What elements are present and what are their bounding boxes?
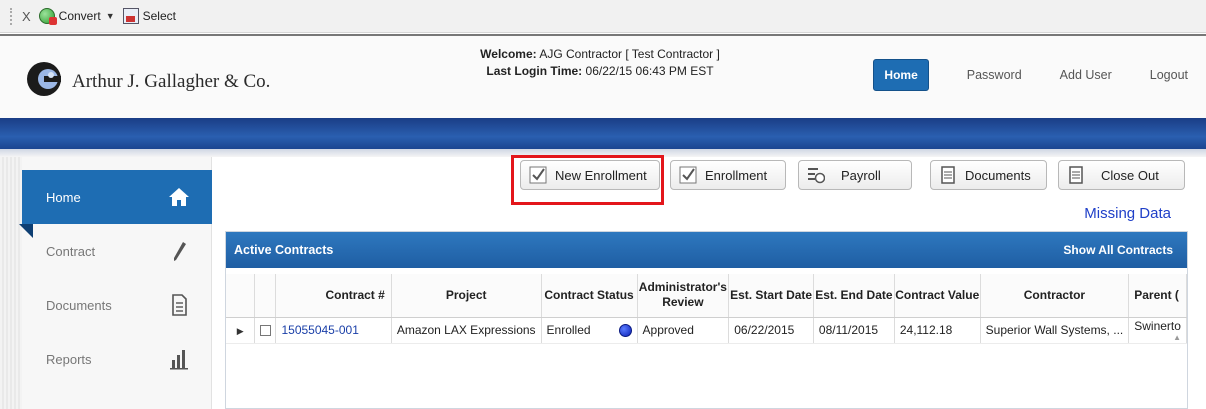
document-icon (172, 294, 187, 316)
sidebar-item-reports[interactable]: Reports (22, 332, 212, 386)
chevron-down-icon[interactable]: ▼ (106, 11, 115, 21)
contractor-cell: Superior Wall Systems, ... (980, 317, 1130, 344)
project-cell: Amazon LAX Expressions (391, 317, 542, 344)
top-nav: Home Password Add User Logout (873, 59, 1188, 91)
panel-header: Active Contracts Show All Contracts (226, 232, 1187, 268)
column-header[interactable]: Administrator's Review (637, 274, 730, 318)
convert-label: Convert (58, 9, 101, 23)
column-header-select (254, 274, 277, 318)
convert-button[interactable]: Convert ▼ (38, 8, 123, 25)
scroll-up-arrow-icon[interactable]: ▲ (1173, 333, 1181, 342)
parent-text: Swinerto (1134, 318, 1181, 333)
enrollment-button[interactable]: Enrollment (670, 160, 786, 190)
sidebar: Home Contract Documents Reports (19, 157, 212, 409)
enrollment-label: Enrollment (705, 167, 768, 183)
sidebar-item-contract[interactable]: Contract (22, 224, 212, 278)
column-header[interactable]: Contract Status (541, 274, 638, 318)
toolbar-grip[interactable] (10, 7, 16, 25)
missing-data-link[interactable]: Missing Data (1084, 205, 1171, 222)
review-cell: Approved (637, 317, 730, 344)
highlight-box (511, 155, 664, 205)
contract-number-link[interactable]: 15055045-001 (275, 317, 392, 344)
nav-password-link[interactable]: Password (967, 68, 1022, 82)
sidebar-item-documents[interactable]: Documents (22, 278, 212, 332)
start-date-cell: 06/22/2015 (728, 317, 814, 344)
active-contracts-panel: Active Contracts Show All Contracts Cont… (225, 231, 1188, 409)
last-login-time: 06/22/15 06:43 PM EST (585, 64, 714, 78)
sidebar-item-home[interactable]: Home (19, 170, 212, 238)
select-icon (122, 8, 139, 24)
table-header-row: Contract # Project Contract Status Admin… (226, 274, 1187, 318)
sidebar-item-label: Reports (46, 351, 92, 367)
select-label: Select (142, 9, 176, 23)
contract-value-cell: 24,112.18 (894, 317, 981, 344)
column-header[interactable]: Est. End Date (813, 274, 895, 318)
welcome-block: Welcome: AJG Contractor [ Test Contracto… (430, 46, 770, 80)
checklist-icon (679, 166, 697, 184)
row-expand-cell[interactable]: ▶ (226, 317, 256, 344)
column-header[interactable]: Project (391, 274, 542, 318)
contracts-table: Contract # Project Contract Status Admin… (226, 274, 1187, 344)
header-band (0, 118, 1206, 149)
welcome-user: AJG Contractor [ Test Contractor ] (539, 47, 720, 61)
column-header[interactable]: Est. Start Date (728, 274, 814, 318)
bar-chart-icon (170, 350, 188, 370)
nav-logout-link[interactable]: Logout (1150, 68, 1188, 82)
close-out-label: Close Out (1101, 167, 1159, 183)
end-date-cell: 08/11/2015 (813, 317, 895, 344)
row-checkbox[interactable] (259, 325, 271, 337)
column-header[interactable]: Contract # (275, 274, 392, 318)
toolbar-close-button[interactable]: X (22, 9, 31, 24)
close-out-button[interactable]: Close Out (1058, 160, 1185, 190)
column-header-expand (226, 274, 256, 318)
sidebar-item-label: Home (46, 189, 81, 205)
row-select-cell[interactable] (254, 317, 277, 344)
welcome-label: Welcome: (480, 47, 537, 61)
company-name: Arthur J. Gallagher & Co. (72, 71, 271, 92)
convert-icon (38, 8, 57, 25)
show-all-contracts-link[interactable]: Show All Contracts (1063, 243, 1173, 257)
nav-home-button[interactable]: Home (873, 59, 929, 91)
browser-toolbar: X Convert ▼ Select (0, 0, 1206, 33)
sidebar-texture (0, 157, 22, 409)
payroll-label: Payroll (841, 167, 881, 183)
page-header: Arthur J. Gallagher & Co. Welcome: AJG C… (0, 34, 1206, 118)
pencil-icon (174, 242, 186, 261)
payroll-icon (808, 168, 825, 184)
sidebar-item-label: Contract (46, 243, 96, 259)
column-header[interactable]: Contractor (980, 274, 1130, 318)
house-icon (169, 188, 189, 206)
status-cell: Enrolled (541, 317, 638, 344)
panel-title: Active Contracts (234, 243, 334, 257)
row-expand-icon[interactable]: ▶ (237, 326, 244, 336)
last-login-label: Last Login Time: (486, 64, 583, 78)
document-icon (1069, 166, 1083, 184)
status-text: Enrolled (546, 323, 591, 337)
documents-label: Documents (965, 167, 1031, 183)
column-header[interactable]: Contract Value (894, 274, 981, 318)
status-dot-icon (618, 324, 632, 337)
column-header[interactable]: Parent ( (1128, 274, 1187, 318)
table-row[interactable]: ▶ 15055045-001 Amazon LAX Expressions En… (226, 317, 1187, 344)
sidebar-item-label: Documents (46, 297, 112, 313)
payroll-button[interactable]: Payroll (798, 160, 912, 190)
parent-cell: Swinerto ▲ (1128, 317, 1187, 344)
gallagher-logo-icon (27, 62, 61, 96)
document-icon (941, 166, 955, 184)
documents-button[interactable]: Documents (930, 160, 1047, 190)
nav-add-user-link[interactable]: Add User (1060, 68, 1112, 82)
select-button[interactable]: Select (122, 8, 176, 24)
